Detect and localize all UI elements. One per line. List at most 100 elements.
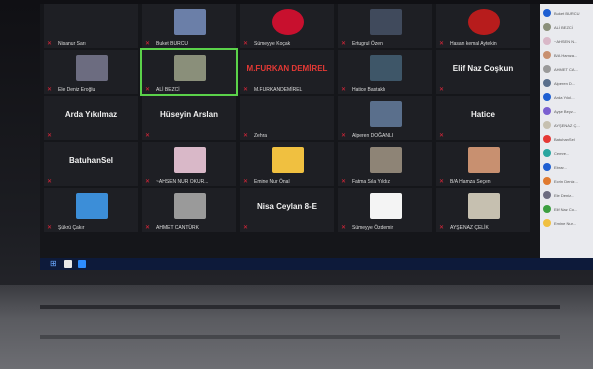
muted-mic-icon: ✕ xyxy=(341,41,347,47)
participant-video-thumbnail xyxy=(370,9,402,35)
participant-list-item[interactable]: Arda Yıkıl... xyxy=(543,92,593,102)
participant-name-label: AYŞENAZ ÇELİK xyxy=(450,225,489,231)
participant-list-item[interactable]: Elif Naz Co... xyxy=(543,204,593,214)
muted-mic-icon: ✕ xyxy=(47,179,53,185)
avatar xyxy=(543,9,551,17)
participant-tile[interactable]: ✕ Zehra xyxy=(240,96,334,140)
muted-mic-icon: ✕ xyxy=(47,133,53,139)
participant-tile[interactable]: Hatice ✕ xyxy=(436,96,530,140)
participants-panel: Buket BURCU ALİ BEZCİ ~AHSEN N... B/A Hamza… xyxy=(540,4,593,260)
participant-display-name: M.FURKAN DEMİREL xyxy=(246,64,328,73)
muted-mic-icon: ✕ xyxy=(145,87,151,93)
participant-list-item[interactable]: Cemre... xyxy=(543,148,593,158)
participant-name-label: ALİ BEZCİ xyxy=(156,87,180,93)
participant-tile[interactable]: ✕ Sümeyye Koçak xyxy=(240,4,334,48)
participant-tile[interactable]: BatuhanSel ✕ xyxy=(44,142,138,186)
participant-list-name: B/A Hamza... xyxy=(554,52,578,58)
participant-tile[interactable]: ✕ Buket BURCU xyxy=(142,4,236,48)
muted-mic-icon: ✕ xyxy=(341,225,347,231)
participant-video-thumbnail xyxy=(468,147,500,173)
participant-list-name: BatuhanSel xyxy=(554,136,575,142)
participant-tile[interactable]: ✕ Alperen DOĞANLI xyxy=(338,96,432,140)
participant-list-name: AHMET CA... xyxy=(554,66,578,72)
muted-mic-icon: ✕ xyxy=(243,225,249,231)
muted-mic-icon: ✕ xyxy=(243,133,249,139)
participant-tile[interactable]: M.FURKAN DEMİREL ✕ M.FURKANDEMİREL xyxy=(240,50,334,94)
participant-name-label: Ele Deniz Eroğlu xyxy=(58,87,96,93)
taskbar-search-icon[interactable] xyxy=(64,260,72,268)
participant-list-name: Ele Deniz... xyxy=(554,192,575,198)
participant-list-name: ~AHSEN N... xyxy=(554,38,578,44)
muted-mic-icon: ✕ xyxy=(47,225,53,231)
avatar xyxy=(543,219,551,227)
participant-video-thumbnail xyxy=(174,55,206,81)
participant-list-name: AYŞENAZ Ç... xyxy=(554,122,580,128)
participant-list-item[interactable]: AYŞENAZ Ç... xyxy=(543,120,593,130)
participant-list-item[interactable]: ~AHSEN N... xyxy=(543,36,593,46)
participant-tile[interactable]: ✕ Şükrü Çakır xyxy=(44,188,138,232)
participant-tile[interactable]: ✕ ~AHSEN NUR OKUR... xyxy=(142,142,236,186)
participant-tile[interactable]: ✕ AYŞENAZ ÇELİK xyxy=(436,188,530,232)
muted-mic-icon: ✕ xyxy=(243,179,249,185)
participant-tile[interactable]: ✕ Sümeyye Özdemir xyxy=(338,188,432,232)
participant-display-name: Elif Naz Coşkun xyxy=(452,64,514,73)
participant-list-item[interactable]: BatuhanSel xyxy=(543,134,593,144)
participant-list-item[interactable]: AHMET CA... xyxy=(543,64,593,74)
participant-list-name: Alperen D... xyxy=(554,80,576,86)
avatar xyxy=(543,205,551,213)
taskbar-app-icon[interactable] xyxy=(78,260,86,268)
participant-tile[interactable]: ✕ Ertugrul Özen xyxy=(338,4,432,48)
avatar xyxy=(543,37,551,45)
muted-mic-icon: ✕ xyxy=(243,41,249,47)
participant-tile[interactable]: Nisa Ceylan 8-E ✕ xyxy=(240,188,334,232)
participant-name-label: Alperen DOĞANLI xyxy=(352,133,394,139)
participant-tile[interactable]: ✕ AHMET CANTÜRK xyxy=(142,188,236,232)
participant-tile[interactable]: ✕ Fatma Sıla Yıldız xyxy=(338,142,432,186)
participant-name-label: ~AHSEN NUR OKUR... xyxy=(156,179,209,185)
participant-list-item[interactable]: Alperen D... xyxy=(543,78,593,88)
participant-name-label: Nisanur Sarı xyxy=(58,41,86,47)
muted-mic-icon: ✕ xyxy=(145,225,151,231)
participant-list-item[interactable]: Ecrin Deniz... xyxy=(543,176,593,186)
participant-tile[interactable]: ✕ ALİ BEZCİ xyxy=(140,48,238,96)
laptop-screen: ✕ Nisanur Sarı ✕ Buket BURCU ✕ Sümeyye Koçak ✕… xyxy=(40,4,593,270)
participant-display-name: Arda Yıkılmaz xyxy=(64,110,118,119)
muted-mic-icon: ✕ xyxy=(47,41,53,47)
muted-mic-icon: ✕ xyxy=(145,179,151,185)
participant-tile[interactable]: ✕ Ele Deniz Eroğlu xyxy=(44,50,138,94)
participant-tile[interactable]: ✕ B/A Hamza Seçen xyxy=(436,142,530,186)
muted-mic-icon: ✕ xyxy=(439,41,445,47)
participant-tile[interactable]: Hüseyin Arslan ✕ xyxy=(142,96,236,140)
avatar xyxy=(543,149,551,157)
muted-mic-icon: ✕ xyxy=(145,133,151,139)
participant-video-thumbnail xyxy=(272,9,304,35)
participant-name-label: Fatma Sıla Yıldız xyxy=(352,179,390,185)
participant-list-item[interactable]: Ele Deniz... xyxy=(543,190,593,200)
participant-tile[interactable]: ✕ Hatice Bastaklı xyxy=(338,50,432,94)
muted-mic-icon: ✕ xyxy=(341,87,347,93)
participant-list-name: Cemre... xyxy=(554,150,570,156)
participant-list-item[interactable]: Ayşe Beyz... xyxy=(543,106,593,116)
participant-list-item[interactable]: ALİ BEZCİ xyxy=(543,22,593,32)
participant-name-label: Ertugrul Özen xyxy=(352,41,383,47)
muted-mic-icon: ✕ xyxy=(439,179,445,185)
participant-list-name: ALİ BEZCİ xyxy=(554,24,573,30)
participant-list-item[interactable]: Buket BURCU xyxy=(543,8,593,18)
participant-list-item[interactable]: Ebrar... xyxy=(543,162,593,172)
participant-display-name: Hatice xyxy=(470,110,495,119)
windows-start-icon[interactable]: ⊞ xyxy=(50,260,58,268)
participant-tile[interactable]: Elif Naz Coşkun ✕ xyxy=(436,50,530,94)
avatar xyxy=(543,135,551,143)
participant-tile[interactable]: ✕ Hasan kemal Aytekin xyxy=(436,4,530,48)
participant-list-item[interactable]: B/A Hamza... xyxy=(543,50,593,60)
participant-name-label: M.FURKANDEMİREL xyxy=(254,87,303,93)
participant-display-name: Hüseyin Arslan xyxy=(160,110,218,119)
participant-video-thumbnail xyxy=(468,9,500,35)
participant-list-item[interactable]: Emine Nur... xyxy=(543,218,593,228)
participant-video-thumbnail xyxy=(370,55,402,81)
participant-tile[interactable]: Arda Yıkılmaz ✕ xyxy=(44,96,138,140)
participant-tile[interactable]: ✕ Nisanur Sarı xyxy=(44,4,138,48)
participant-tile[interactable]: ✕ Emine Nur Önal xyxy=(240,142,334,186)
participant-video-thumbnail xyxy=(468,193,500,219)
muted-mic-icon: ✕ xyxy=(243,87,249,93)
